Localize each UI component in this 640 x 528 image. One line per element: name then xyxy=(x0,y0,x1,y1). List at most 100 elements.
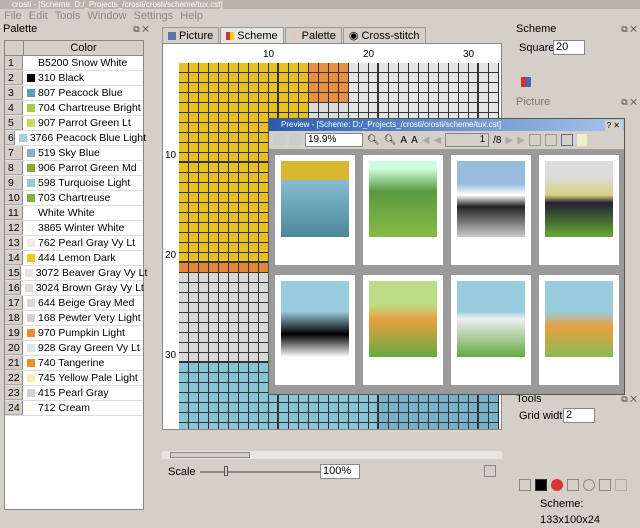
prev-page-icon[interactable]: ◀ xyxy=(433,135,441,146)
stitch-cell[interactable] xyxy=(479,83,489,93)
stitch-cell[interactable] xyxy=(219,123,229,133)
stitch-cell[interactable] xyxy=(249,73,259,83)
stitch-cell[interactable] xyxy=(209,253,219,263)
stitch-cell[interactable] xyxy=(429,83,439,93)
stitch-cell[interactable] xyxy=(399,73,409,83)
stitch-cell[interactable] xyxy=(209,93,219,103)
stitch-cell[interactable] xyxy=(249,383,259,393)
stitch-cell[interactable] xyxy=(299,423,309,429)
stitch-cell[interactable] xyxy=(219,423,229,429)
stitch-cell[interactable] xyxy=(239,233,249,243)
stitch-cell[interactable] xyxy=(359,103,369,113)
stitch-cell[interactable] xyxy=(399,403,409,413)
stitch-cell[interactable] xyxy=(189,323,199,333)
stitch-cell[interactable] xyxy=(409,93,419,103)
eraser-tool-icon[interactable] xyxy=(615,479,627,491)
stitch-cell[interactable] xyxy=(279,103,289,113)
stitch-cell[interactable] xyxy=(379,73,389,83)
stitch-cell[interactable] xyxy=(179,183,189,193)
tab-picture[interactable]: Picture xyxy=(162,27,220,43)
palette-row[interactable]: 1 B5200 Snow White xyxy=(5,56,143,71)
stitch-cell[interactable] xyxy=(479,73,489,83)
stitch-cell[interactable] xyxy=(199,293,209,303)
stitch-cell[interactable] xyxy=(179,93,189,103)
stitch-cell[interactable] xyxy=(329,83,339,93)
stitch-cell[interactable] xyxy=(279,423,289,429)
stitch-cell[interactable] xyxy=(189,173,199,183)
stitch-cell[interactable] xyxy=(239,193,249,203)
stitch-cell[interactable] xyxy=(189,213,199,223)
stitch-cell[interactable] xyxy=(459,93,469,103)
stitch-cell[interactable] xyxy=(239,283,249,293)
stitch-cell[interactable] xyxy=(219,83,229,93)
stitch-cell[interactable] xyxy=(189,93,199,103)
palette-row[interactable]: 18 168 Pewter Very Light xyxy=(5,311,143,326)
stitch-cell[interactable] xyxy=(399,413,409,423)
stitch-cell[interactable] xyxy=(179,153,189,163)
stitch-cell[interactable] xyxy=(229,83,239,93)
stitch-cell[interactable] xyxy=(329,403,339,413)
stitch-cell[interactable] xyxy=(349,403,359,413)
stitch-cell[interactable] xyxy=(479,93,489,103)
stitch-cell[interactable] xyxy=(249,103,259,113)
stitch-cell[interactable] xyxy=(449,423,459,429)
stitch-cell[interactable] xyxy=(339,73,349,83)
tab-palette[interactable]: Palette xyxy=(284,27,342,43)
close-icon[interactable]: ? ✕ xyxy=(604,120,622,132)
stitch-cell[interactable] xyxy=(239,93,249,103)
stitch-cell[interactable] xyxy=(219,193,229,203)
stitch-cell[interactable] xyxy=(379,403,389,413)
stitch-cell[interactable] xyxy=(459,73,469,83)
stitch-cell[interactable] xyxy=(199,93,209,103)
stitch-cell[interactable] xyxy=(219,383,229,393)
stitch-cell[interactable] xyxy=(409,73,419,83)
palette-row[interactable]: 11 White White xyxy=(5,206,143,221)
stitch-cell[interactable] xyxy=(219,343,229,353)
stitch-cell[interactable] xyxy=(299,103,309,113)
stitch-cell[interactable] xyxy=(349,413,359,423)
stitch-cell[interactable] xyxy=(179,413,189,423)
scrollbar-thumb[interactable] xyxy=(170,452,250,458)
stitch-cell[interactable] xyxy=(179,163,189,173)
stitch-cell[interactable] xyxy=(229,293,239,303)
stitch-cell[interactable] xyxy=(409,403,419,413)
stitch-cell[interactable] xyxy=(189,313,199,323)
stitch-cell[interactable] xyxy=(469,73,479,83)
stitch-cell[interactable] xyxy=(239,313,249,323)
stitch-cell[interactable] xyxy=(179,233,189,243)
stitch-cell[interactable] xyxy=(199,133,209,143)
stitch-cell[interactable] xyxy=(429,413,439,423)
stitch-cell[interactable] xyxy=(249,263,259,273)
stitch-cell[interactable] xyxy=(349,73,359,83)
stitch-cell[interactable] xyxy=(249,113,259,123)
stitch-cell[interactable] xyxy=(249,393,259,403)
stitch-cell[interactable] xyxy=(239,383,249,393)
stitch-cell[interactable] xyxy=(489,103,499,113)
stitch-cell[interactable] xyxy=(419,93,429,103)
stitch-cell[interactable] xyxy=(219,413,229,423)
stitch-cell[interactable] xyxy=(479,423,489,429)
stitch-cell[interactable] xyxy=(219,63,229,73)
stitch-cell[interactable] xyxy=(229,113,239,123)
stitch-cell[interactable] xyxy=(439,73,449,83)
stitch-cell[interactable] xyxy=(429,423,439,429)
stitch-cell[interactable] xyxy=(469,93,479,103)
palette-row[interactable]: 24 712 Cream xyxy=(5,401,143,416)
stitch-cell[interactable] xyxy=(229,413,239,423)
stitch-cell[interactable] xyxy=(209,173,219,183)
stitch-cell[interactable] xyxy=(179,423,189,429)
stitch-cell[interactable] xyxy=(249,353,259,363)
stitch-cell[interactable] xyxy=(229,123,239,133)
stitch-cell[interactable] xyxy=(209,263,219,273)
stitch-cell[interactable] xyxy=(269,93,279,103)
stitch-cell[interactable] xyxy=(249,273,259,283)
stitch-cell[interactable] xyxy=(239,403,249,413)
stitch-cell[interactable] xyxy=(179,253,189,263)
stitch-cell[interactable] xyxy=(419,413,429,423)
stitch-cell[interactable] xyxy=(229,223,239,233)
stitch-cell[interactable] xyxy=(209,303,219,313)
stitch-cell[interactable] xyxy=(189,153,199,163)
palette-row[interactable]: 4 704 Chartreuse Bright xyxy=(5,101,143,116)
stitch-cell[interactable] xyxy=(249,83,259,93)
stitch-cell[interactable] xyxy=(189,333,199,343)
